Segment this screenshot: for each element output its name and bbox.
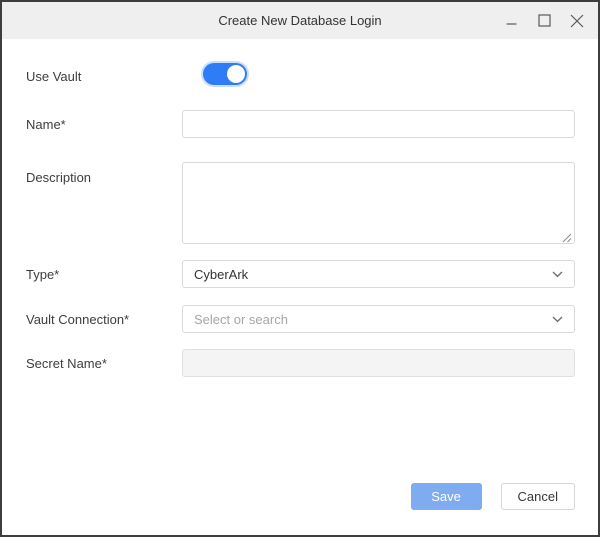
vault-connection-field-wrap: Select or search xyxy=(182,305,575,333)
dialog-content: Use Vault Name* Description xyxy=(2,39,598,535)
type-select-value: CyberArk xyxy=(194,267,248,282)
name-label: Name* xyxy=(26,117,182,132)
type-label: Type* xyxy=(26,267,182,282)
form-row-vault-connection: Vault Connection* Select or search xyxy=(26,305,575,333)
form-row-type: Type* CyberArk xyxy=(26,260,575,288)
close-icon[interactable] xyxy=(569,13,585,29)
description-label: Description xyxy=(26,162,182,185)
name-input[interactable] xyxy=(182,110,575,138)
vault-connection-label: Vault Connection* xyxy=(26,312,182,327)
dialog-footer: Save Cancel xyxy=(26,483,575,510)
save-button[interactable]: Save xyxy=(411,483,482,510)
minimize-icon[interactable] xyxy=(503,13,519,29)
use-vault-toggle[interactable] xyxy=(203,63,247,85)
titlebar: Create New Database Login xyxy=(2,2,598,39)
form-row-description: Description xyxy=(26,162,575,244)
window-controls xyxy=(503,13,598,29)
form-row-name: Name* xyxy=(26,110,575,138)
type-select[interactable]: CyberArk xyxy=(182,260,575,288)
cancel-button[interactable]: Cancel xyxy=(501,483,575,510)
form-row-use-vault: Use Vault xyxy=(26,63,575,90)
use-vault-field xyxy=(182,63,575,90)
type-field-wrap: CyberArk xyxy=(182,260,575,288)
secret-name-input xyxy=(182,349,575,377)
maximize-icon[interactable] xyxy=(536,13,552,29)
description-field-wrap xyxy=(182,162,575,244)
use-vault-label: Use Vault xyxy=(26,69,182,84)
secret-name-field-wrap xyxy=(182,349,575,377)
chevron-down-icon xyxy=(552,316,563,323)
dialog-window: Create New Database Login Use Vault xyxy=(0,0,600,537)
vault-connection-select[interactable]: Select or search xyxy=(182,305,575,333)
chevron-down-icon xyxy=(552,271,563,278)
secret-name-label: Secret Name* xyxy=(26,356,182,371)
description-textarea[interactable] xyxy=(182,162,575,244)
form-row-secret-name: Secret Name* xyxy=(26,349,575,377)
name-field-wrap xyxy=(182,110,575,138)
vault-connection-placeholder: Select or search xyxy=(194,312,288,327)
toggle-knob xyxy=(227,65,245,83)
